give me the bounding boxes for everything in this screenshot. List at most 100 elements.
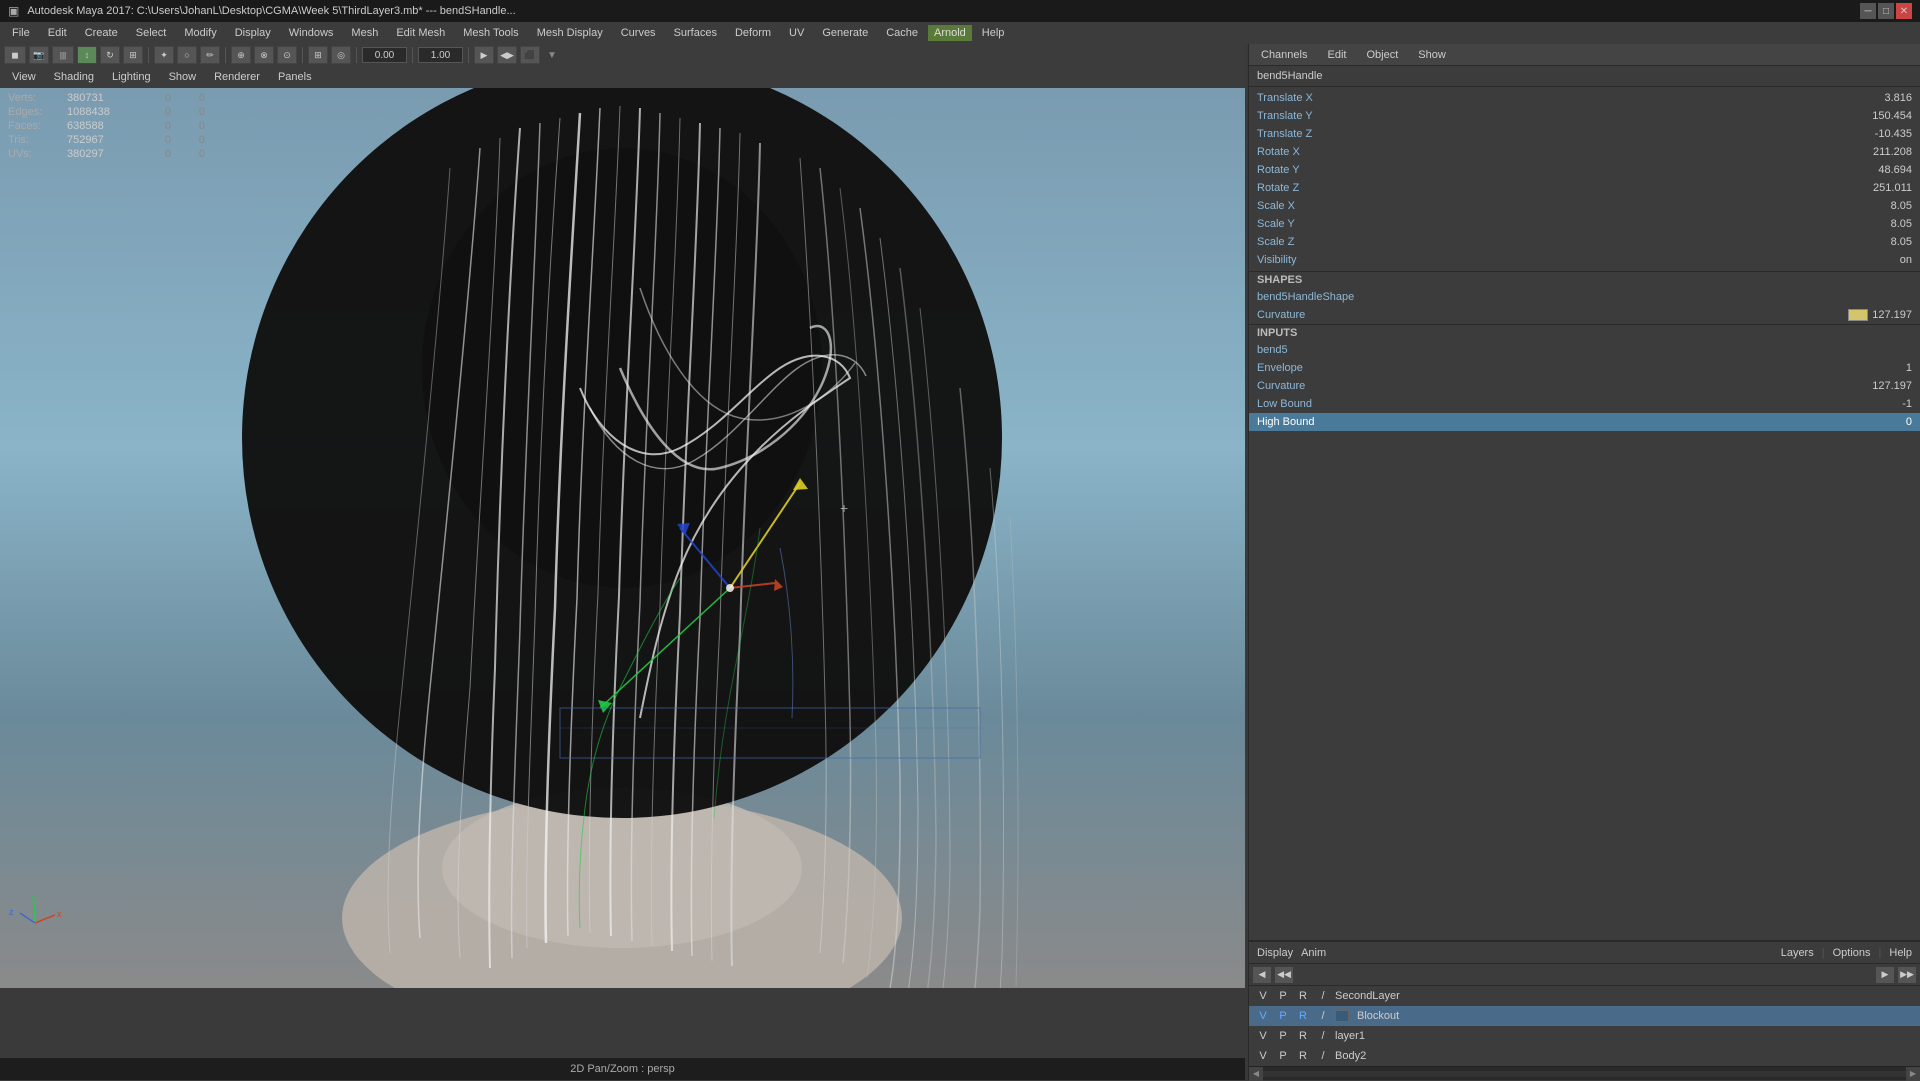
- menu-mesh-tools[interactable]: Mesh Tools: [455, 25, 526, 41]
- titlebar-controls[interactable]: ─ □ ✕: [1860, 3, 1912, 19]
- menu-modify[interactable]: Modify: [176, 25, 224, 41]
- ch-tab-show[interactable]: Show: [1414, 47, 1450, 63]
- menu-curves[interactable]: Curves: [613, 25, 664, 41]
- menu-display[interactable]: Display: [227, 25, 279, 41]
- menu-deform[interactable]: Deform: [727, 25, 779, 41]
- uvs-stat: UVs: 380297 0 0: [8, 148, 232, 160]
- toolbar-btn-render1[interactable]: ▶: [474, 46, 494, 64]
- channel-translate-z[interactable]: Translate Z -10.435: [1249, 125, 1920, 143]
- layer-p-2[interactable]: P: [1275, 1010, 1291, 1022]
- toolbar-btn-lasso[interactable]: ○: [177, 46, 197, 64]
- toolbar-input-val2[interactable]: 1.00: [418, 47, 463, 63]
- layer-tool-prev2[interactable]: ◀◀: [1275, 967, 1293, 983]
- channel-scale-z[interactable]: Scale Z 8.05: [1249, 233, 1920, 251]
- toolbar-btn-2[interactable]: 📷: [29, 46, 49, 64]
- toolbar-btn-move[interactable]: ↕: [77, 46, 97, 64]
- menu-cache[interactable]: Cache: [878, 25, 926, 41]
- layer-tool-next[interactable]: ▶: [1876, 967, 1894, 983]
- toolbar-btn-snap[interactable]: ⊕: [231, 46, 251, 64]
- sec-view[interactable]: View: [4, 69, 44, 85]
- minimize-button[interactable]: ─: [1860, 3, 1876, 19]
- layer-r-4[interactable]: R: [1295, 1050, 1311, 1062]
- toolbar-btn-1[interactable]: ◼: [4, 46, 26, 64]
- layer-v-2[interactable]: V: [1255, 1010, 1271, 1022]
- channel-translate-x[interactable]: Translate X 3.816: [1249, 89, 1920, 107]
- layer-v-1[interactable]: V: [1255, 990, 1271, 1002]
- layer-v-4[interactable]: V: [1255, 1050, 1271, 1062]
- layer-v-3[interactable]: V: [1255, 1030, 1271, 1042]
- display-tab-layers[interactable]: Layers: [1781, 947, 1814, 959]
- menu-mesh-display[interactable]: Mesh Display: [529, 25, 611, 41]
- layer-row-body2[interactable]: V P R / Body2: [1249, 1046, 1920, 1066]
- input-curvature[interactable]: Curvature 127.197: [1249, 377, 1920, 395]
- menu-surfaces[interactable]: Surfaces: [666, 25, 725, 41]
- layer-r-2[interactable]: R: [1295, 1010, 1311, 1022]
- toolbar-btn-snap2[interactable]: ⊗: [254, 46, 274, 64]
- ch-tab-channels[interactable]: Channels: [1257, 47, 1311, 63]
- toolbar-btn-snap3[interactable]: ⊙: [277, 46, 297, 64]
- ch-tab-object[interactable]: Object: [1362, 47, 1402, 63]
- toolbar-btn-3[interactable]: |||: [52, 46, 74, 64]
- layer-p-3[interactable]: P: [1275, 1030, 1291, 1042]
- inputs-name-row[interactable]: bend5: [1249, 341, 1920, 359]
- layer-p-4[interactable]: P: [1275, 1050, 1291, 1062]
- menu-mesh[interactable]: Mesh: [343, 25, 386, 41]
- menu-select[interactable]: Select: [128, 25, 175, 41]
- display-tab-options[interactable]: Options: [1833, 947, 1871, 959]
- input-low-bound[interactable]: Low Bound -1: [1249, 395, 1920, 413]
- toolbar-btn-paint[interactable]: ✏: [200, 46, 220, 64]
- channel-translate-y[interactable]: Translate Y 150.454: [1249, 107, 1920, 125]
- sec-shading[interactable]: Shading: [46, 69, 102, 85]
- menu-edit-mesh[interactable]: Edit Mesh: [388, 25, 453, 41]
- display-tab-display[interactable]: Display: [1257, 947, 1293, 959]
- scroll-track[interactable]: [1263, 1071, 1906, 1077]
- sec-renderer[interactable]: Renderer: [206, 69, 268, 85]
- layer-tool-next2[interactable]: ▶▶: [1898, 967, 1916, 983]
- menu-help[interactable]: Help: [974, 25, 1013, 41]
- menu-generate[interactable]: Generate: [814, 25, 876, 41]
- close-button[interactable]: ✕: [1896, 3, 1912, 19]
- toolbar-btn-grid[interactable]: ⊞: [308, 46, 328, 64]
- toolbar-btn-render3[interactable]: ⬛: [520, 46, 540, 64]
- display-tab-help[interactable]: Help: [1889, 947, 1912, 959]
- input-high-bound[interactable]: High Bound 0: [1249, 413, 1920, 431]
- curvature-row-shapes[interactable]: Curvature 127.197: [1249, 306, 1920, 324]
- 3d-viewport[interactable]: + x y z: [0, 88, 1245, 988]
- scroll-left[interactable]: ◀: [1249, 1067, 1263, 1081]
- maximize-button[interactable]: □: [1878, 3, 1894, 19]
- layer-r-1[interactable]: R: [1295, 990, 1311, 1002]
- channel-rotate-y[interactable]: Rotate Y 48.694: [1249, 161, 1920, 179]
- layer-row-blockout[interactable]: V P R / Blockout: [1249, 1006, 1920, 1026]
- channel-rotate-z[interactable]: Rotate Z 251.011: [1249, 179, 1920, 197]
- toolbar-input-val1[interactable]: 0.00: [362, 47, 407, 63]
- menu-create[interactable]: Create: [77, 25, 126, 41]
- scroll-right[interactable]: ▶: [1906, 1067, 1920, 1081]
- layer-row-secondlayer[interactable]: V P R / SecondLayer: [1249, 986, 1920, 1006]
- toolbar-btn-rotate[interactable]: ↻: [100, 46, 120, 64]
- layer-p-1[interactable]: P: [1275, 990, 1291, 1002]
- bottom-scrollbar[interactable]: ◀ ▶: [1249, 1066, 1920, 1080]
- layer-row-layer1[interactable]: V P R / layer1: [1249, 1026, 1920, 1046]
- toolbar-btn-scale[interactable]: ⊞: [123, 46, 143, 64]
- display-tab-anim[interactable]: Anim: [1301, 947, 1326, 959]
- sec-panels[interactable]: Panels: [270, 69, 320, 85]
- menu-edit[interactable]: Edit: [40, 25, 75, 41]
- menu-windows[interactable]: Windows: [281, 25, 342, 41]
- menu-arnold[interactable]: Arnold: [928, 25, 972, 41]
- layer-r-3[interactable]: R: [1295, 1030, 1311, 1042]
- sec-lighting[interactable]: Lighting: [104, 69, 159, 85]
- input-envelope[interactable]: Envelope 1: [1249, 359, 1920, 377]
- toolbar-btn-select[interactable]: ✦: [154, 46, 174, 64]
- channel-rotate-x[interactable]: Rotate X 211.208: [1249, 143, 1920, 161]
- layer-tool-prev[interactable]: ◀: [1253, 967, 1271, 983]
- channel-visibility[interactable]: Visibility on: [1249, 251, 1920, 269]
- sec-show[interactable]: Show: [161, 69, 205, 85]
- toolbar-btn-render2[interactable]: ◀▶: [497, 46, 517, 64]
- channel-scale-x[interactable]: Scale X 8.05: [1249, 197, 1920, 215]
- shapes-name-row[interactable]: bend5HandleShape: [1249, 288, 1920, 306]
- ch-tab-edit[interactable]: Edit: [1323, 47, 1350, 63]
- toolbar-btn-cam[interactable]: ◎: [331, 46, 351, 64]
- channel-scale-y[interactable]: Scale Y 8.05: [1249, 215, 1920, 233]
- menu-uv[interactable]: UV: [781, 25, 812, 41]
- menu-file[interactable]: File: [4, 25, 38, 41]
